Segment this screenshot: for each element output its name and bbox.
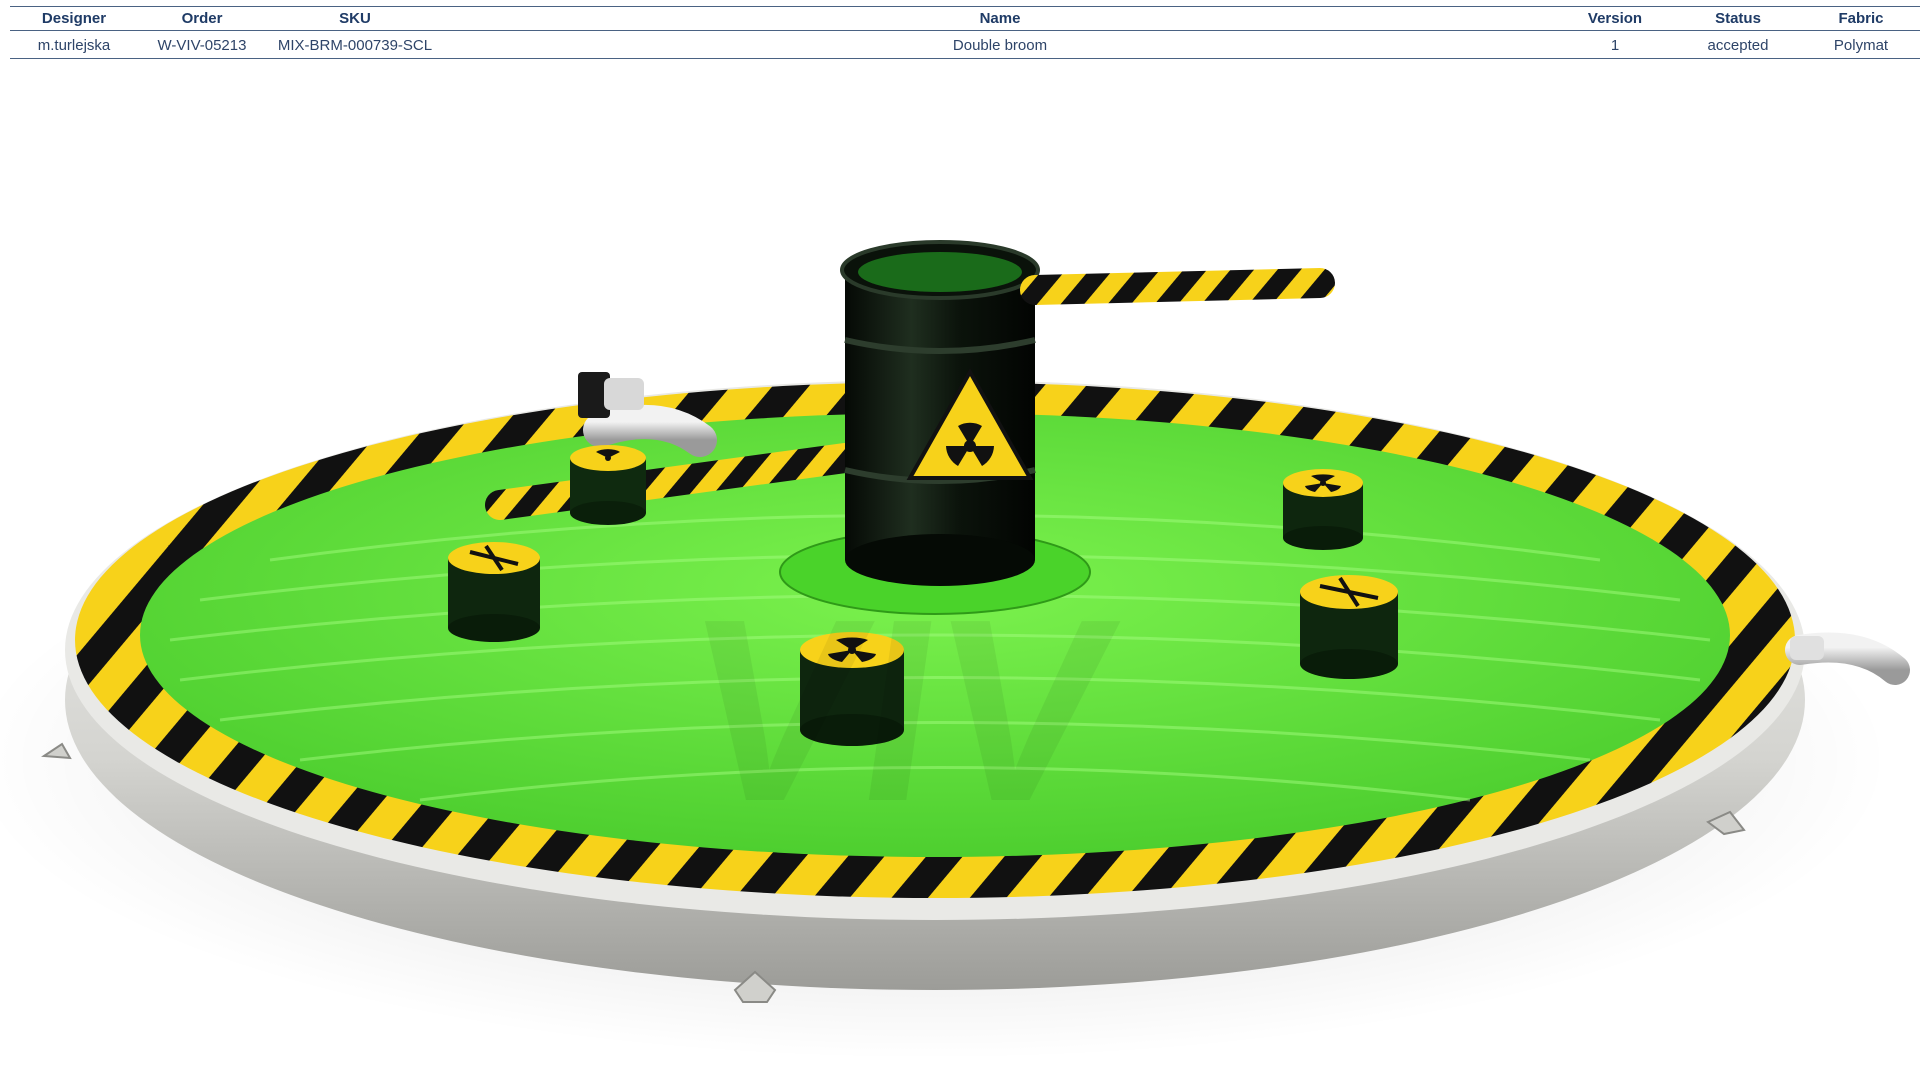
- header-order: Order: [138, 6, 266, 31]
- table-header-row: Designer Order SKU Name Version Status F…: [10, 6, 1920, 31]
- cell-status: accepted: [1674, 30, 1802, 59]
- cell-name: Double broom: [444, 30, 1556, 59]
- cell-sku: MIX-BRM-000739-SCL: [266, 30, 444, 59]
- spec-table: Designer Order SKU Name Version Status F…: [10, 6, 1920, 59]
- header-name: Name: [444, 6, 1556, 31]
- header-designer: Designer: [10, 6, 138, 31]
- product-render: VIV: [0, 240, 1910, 1060]
- cell-version: 1: [1556, 30, 1674, 59]
- cell-designer: m.turlejska: [10, 30, 138, 59]
- broom-arm-upper: [1020, 268, 1335, 305]
- cell-fabric: Polymat: [1802, 30, 1920, 59]
- pillar-left: [448, 542, 540, 642]
- watermark: VIV: [670, 565, 1131, 856]
- central-barrel: [840, 240, 1040, 586]
- pillar-back-left: [570, 445, 646, 525]
- header-fabric: Fabric: [1802, 6, 1920, 31]
- pillar-right-back: [1283, 469, 1363, 550]
- header-version: Version: [1556, 6, 1674, 31]
- pillar-right-front: [1300, 575, 1398, 679]
- cell-order: W-VIV-05213: [138, 30, 266, 59]
- header-sku: SKU: [266, 6, 444, 31]
- header-status: Status: [1674, 6, 1802, 31]
- table-row: m.turlejska W-VIV-05213 MIX-BRM-000739-S…: [10, 30, 1920, 59]
